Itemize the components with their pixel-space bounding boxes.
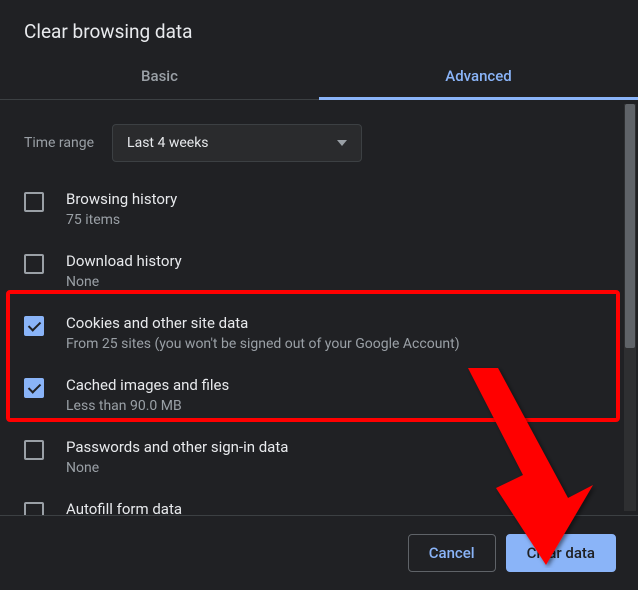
option-title: Browsing history (66, 190, 177, 208)
checkbox-cached[interactable] (24, 378, 44, 398)
chevron-down-icon (337, 140, 347, 146)
time-range-select[interactable]: Last 4 weeks (112, 124, 362, 162)
options-list: Browsing history 75 items Download histo… (0, 180, 624, 515)
option-title: Autofill form data (66, 500, 182, 515)
option-title: Cached images and files (66, 376, 229, 394)
time-range-label: Time range (24, 135, 94, 151)
time-range-value: Last 4 weeks (127, 135, 208, 151)
option-title: Passwords and other sign-in data (66, 438, 288, 456)
option-cookies[interactable]: Cookies and other site data From 25 site… (24, 304, 600, 366)
option-passwords[interactable]: Passwords and other sign-in data None (24, 428, 600, 490)
clear-browsing-data-dialog: Clear browsing data Basic Advanced Time … (0, 0, 638, 590)
option-sub: From 25 sites (you won't be signed out o… (66, 336, 460, 352)
option-cached[interactable]: Cached images and files Less than 90.0 M… (24, 366, 600, 428)
checkbox-browsing-history[interactable] (24, 192, 44, 212)
checkbox-autofill[interactable] (24, 502, 44, 515)
option-title: Download history (66, 252, 182, 270)
checkbox-cookies[interactable] (24, 316, 44, 336)
time-range-row: Time range Last 4 weeks (0, 100, 624, 180)
clear-data-button[interactable]: Clear data (506, 534, 616, 572)
scrollbar-thumb[interactable] (625, 104, 635, 348)
option-sub: Less than 90.0 MB (66, 398, 229, 414)
option-autofill[interactable]: Autofill form data (24, 490, 600, 515)
tab-basic[interactable]: Basic (0, 53, 319, 99)
option-sub: None (66, 460, 288, 476)
content-area: Time range Last 4 weeks Browsing history… (0, 100, 638, 515)
option-download-history[interactable]: Download history None (24, 242, 600, 304)
option-sub: None (66, 274, 182, 290)
cancel-button[interactable]: Cancel (408, 534, 496, 572)
option-sub: 75 items (66, 212, 177, 228)
tabs: Basic Advanced (0, 53, 638, 100)
tab-advanced[interactable]: Advanced (319, 53, 638, 99)
option-title: Cookies and other site data (66, 314, 460, 332)
checkbox-download-history[interactable] (24, 254, 44, 274)
option-browsing-history[interactable]: Browsing history 75 items (24, 180, 600, 242)
checkbox-passwords[interactable] (24, 440, 44, 460)
dialog-footer: Cancel Clear data (0, 515, 638, 590)
dialog-title: Clear browsing data (0, 0, 638, 53)
scrollbar[interactable] (624, 104, 636, 511)
